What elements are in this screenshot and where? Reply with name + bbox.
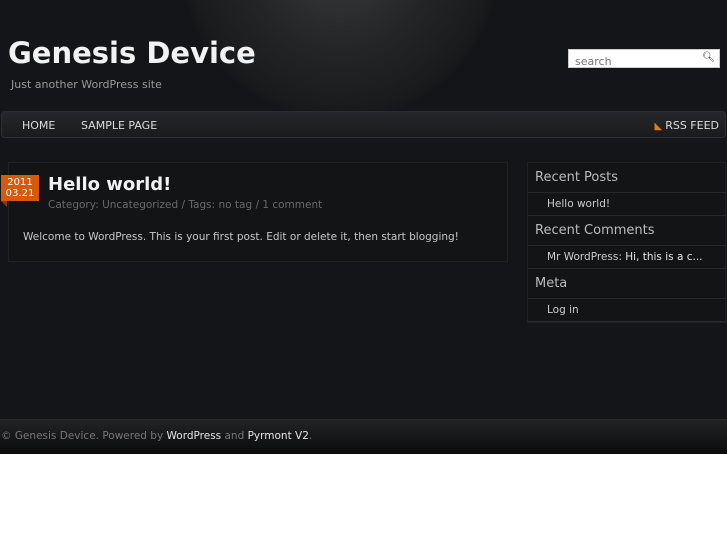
site-tagline: Just another WordPress site [11, 78, 162, 91]
widget-title-meta: Meta [528, 269, 725, 299]
recent-post-link[interactable]: Hello world! [528, 193, 725, 216]
comment-author[interactable]: Mr WordPress [547, 251, 618, 263]
nav-home[interactable]: HOME [22, 119, 55, 132]
search-input[interactable] [569, 53, 699, 70]
widget-title-recent-comments: Recent Comments [528, 216, 725, 246]
footer: © Genesis Device. Powered by WordPress a… [0, 419, 727, 454]
wordpress-link[interactable]: WordPress [167, 430, 222, 442]
search-box: 🔍︎ [568, 49, 720, 70]
footer-text: © Genesis Device. Powered by WordPress a… [1, 430, 312, 442]
site-title[interactable]: Genesis Device [8, 36, 256, 70]
main-nav: HOME SAMPLE PAGE ◣ RSS FEED [1, 111, 726, 138]
recent-comment: Mr WordPress: Hi, this is a c... [528, 246, 725, 269]
post-body: Welcome to WordPress. This is your first… [23, 231, 459, 243]
post-date-badge: 2011 03.21 [1, 175, 39, 207]
widget-title-recent-posts: Recent Posts [528, 163, 725, 193]
footer-end: . [308, 430, 313, 442]
nav-sample-page[interactable]: SAMPLE PAGE [81, 119, 157, 132]
comment-excerpt-link[interactable]: Hi, this is a c... [625, 251, 702, 263]
rss-label: RSS FEED [665, 119, 719, 132]
post-meta: Category: Uncategorized / Tags: no tag /… [48, 199, 323, 211]
search-icon[interactable]: 🔍︎ [702, 52, 715, 63]
footer-copyright: © Genesis Device. Powered by [1, 430, 167, 442]
rss-icon: ◣ [654, 121, 663, 132]
page: Genesis Device Just another WordPress si… [0, 0, 727, 454]
theme-link[interactable]: Pyrmont V2 [248, 430, 309, 442]
post-date: 03.21 [5, 188, 35, 199]
sidebar: Recent Posts Hello world! Recent Comment… [527, 162, 726, 323]
footer-and: and [221, 430, 248, 442]
post-year: 2011 [7, 177, 33, 188]
post-title[interactable]: Hello world! [48, 174, 171, 195]
login-link[interactable]: Log in [528, 299, 725, 322]
rss-feed-link[interactable]: ◣ RSS FEED [654, 119, 719, 132]
